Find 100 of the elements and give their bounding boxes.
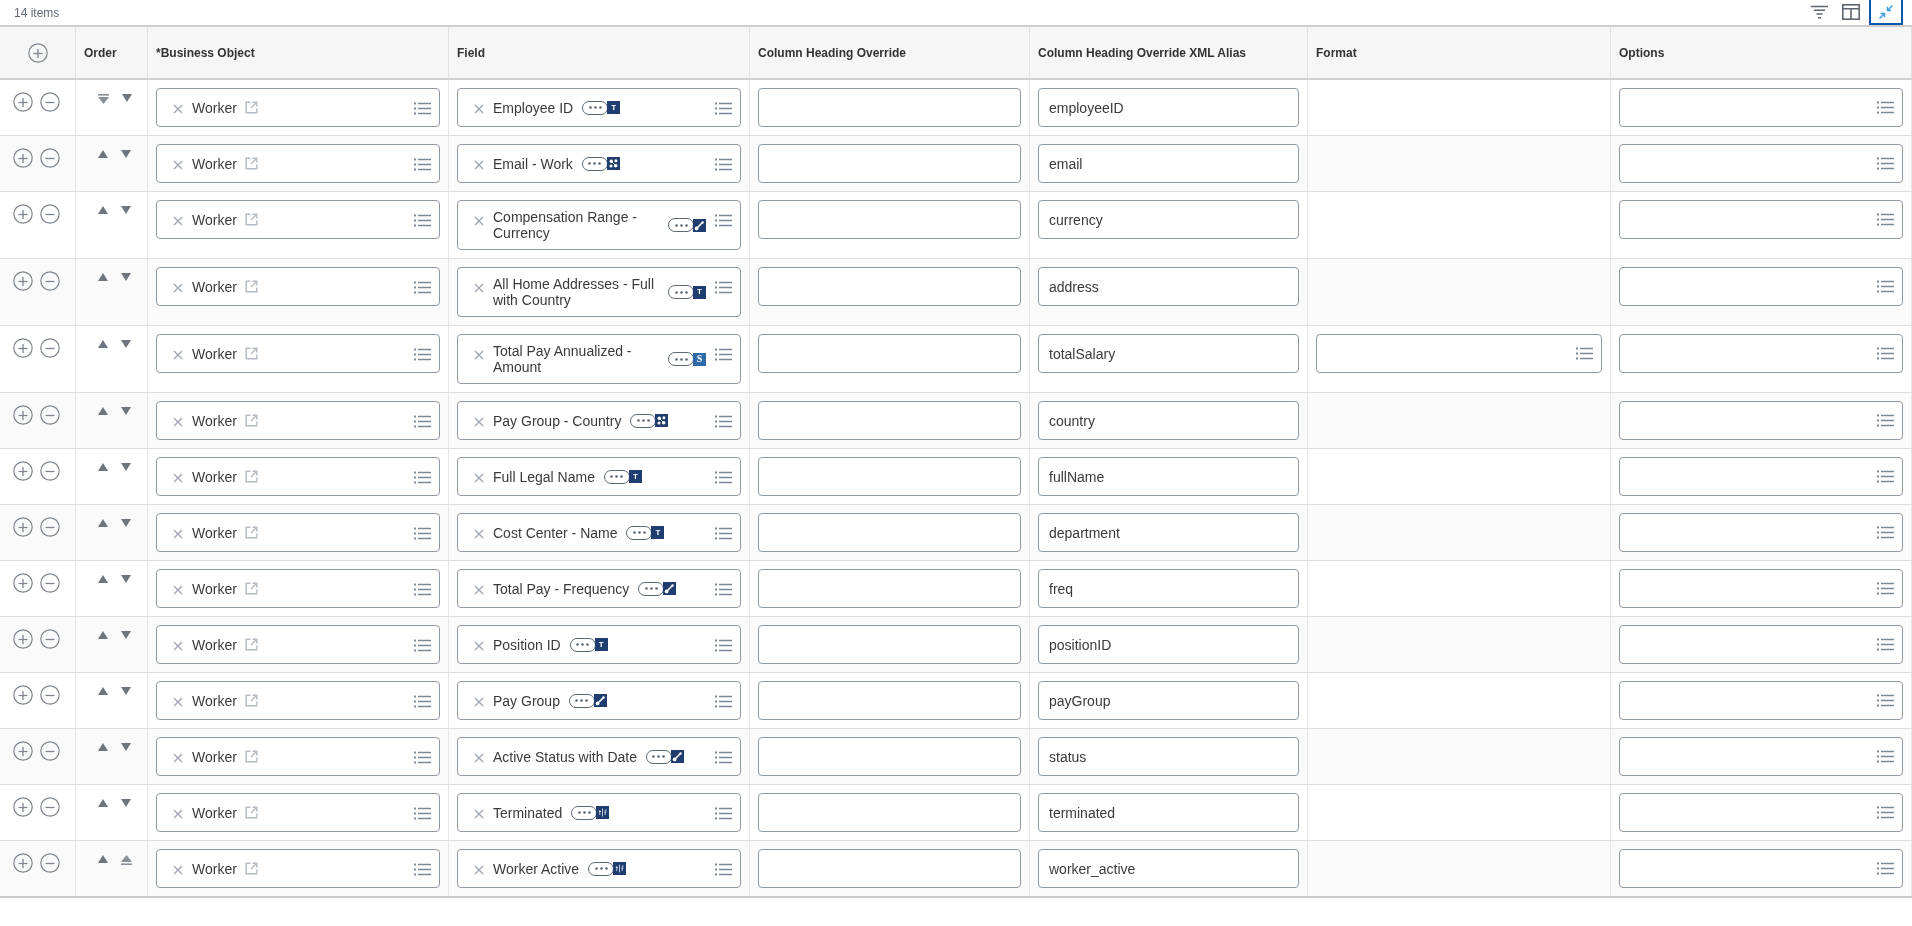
- remove-circle-icon[interactable]: [40, 685, 60, 705]
- list-icon[interactable]: [1877, 470, 1894, 483]
- list-icon[interactable]: [414, 863, 431, 876]
- down-arrow-icon[interactable]: [121, 519, 131, 527]
- column-heading-input[interactable]: [758, 401, 1021, 440]
- close-icon[interactable]: [173, 417, 183, 427]
- column-heading-input[interactable]: [758, 457, 1021, 496]
- business-object-field[interactable]: Worker: [156, 625, 440, 664]
- column-heading-input[interactable]: [758, 849, 1021, 888]
- remove-circle-icon[interactable]: [40, 853, 60, 873]
- field-select[interactable]: Employee ID T: [457, 88, 741, 127]
- more-actions-button[interactable]: [603, 469, 630, 484]
- field-select[interactable]: Worker Active: [457, 849, 741, 888]
- list-icon[interactable]: [1877, 694, 1894, 707]
- field-select[interactable]: Position ID T: [457, 625, 741, 664]
- close-icon[interactable]: [173, 753, 183, 763]
- list-icon[interactable]: [414, 348, 431, 361]
- more-actions-button[interactable]: [582, 100, 609, 115]
- down-arrow-icon[interactable]: [121, 206, 131, 214]
- list-icon[interactable]: [414, 583, 431, 596]
- external-link-icon[interactable]: [244, 582, 258, 595]
- options-select[interactable]: [1619, 144, 1903, 183]
- business-object-field[interactable]: Worker: [156, 267, 440, 306]
- external-link-icon[interactable]: [244, 862, 258, 875]
- list-icon[interactable]: [1877, 526, 1894, 539]
- close-icon[interactable]: [474, 160, 484, 170]
- list-icon[interactable]: [414, 471, 431, 484]
- list-icon[interactable]: [414, 415, 431, 428]
- options-select[interactable]: [1619, 513, 1903, 552]
- external-link-icon[interactable]: [244, 526, 258, 539]
- field-select[interactable]: Terminated: [457, 793, 741, 832]
- field-select[interactable]: Total Pay Annualized - Amount S: [457, 334, 741, 384]
- up-arrow-icon[interactable]: [98, 273, 108, 281]
- list-icon[interactable]: [1877, 806, 1894, 819]
- add-circle-icon[interactable]: [13, 148, 33, 168]
- down-arrow-icon[interactable]: [121, 743, 131, 751]
- list-icon[interactable]: [715, 281, 732, 294]
- up-arrow-icon[interactable]: [98, 407, 108, 415]
- business-object-field[interactable]: Worker: [156, 849, 440, 888]
- remove-circle-icon[interactable]: [40, 271, 60, 291]
- add-circle-icon[interactable]: [13, 461, 33, 481]
- list-icon[interactable]: [715, 751, 732, 764]
- field-select[interactable]: Cost Center - Name T: [457, 513, 741, 552]
- add-circle-icon[interactable]: [13, 338, 33, 358]
- xml-alias-input[interactable]: payGroup: [1038, 681, 1299, 720]
- close-icon[interactable]: [474, 809, 484, 819]
- close-icon[interactable]: [173, 585, 183, 595]
- down-arrow-icon[interactable]: [121, 407, 131, 415]
- options-select[interactable]: [1619, 88, 1903, 127]
- add-circle-icon[interactable]: [13, 685, 33, 705]
- list-icon[interactable]: [414, 807, 431, 820]
- xml-alias-input[interactable]: positionID: [1038, 625, 1299, 664]
- field-select[interactable]: Compensation Range - Currency: [457, 200, 741, 250]
- more-actions-button[interactable]: [581, 156, 608, 171]
- xml-alias-input[interactable]: currency: [1038, 200, 1299, 239]
- close-icon[interactable]: [474, 417, 484, 427]
- more-actions-button[interactable]: [668, 218, 694, 232]
- xml-alias-input[interactable]: terminated: [1038, 793, 1299, 832]
- external-link-icon[interactable]: [244, 213, 258, 226]
- up-arrow-icon[interactable]: [98, 463, 108, 471]
- business-object-field[interactable]: Worker: [156, 681, 440, 720]
- down-arrow-icon[interactable]: [121, 575, 131, 583]
- list-icon[interactable]: [715, 807, 732, 820]
- external-link-icon[interactable]: [244, 280, 258, 293]
- remove-circle-icon[interactable]: [40, 573, 60, 593]
- add-circle-icon[interactable]: [13, 853, 33, 873]
- list-icon[interactable]: [1877, 582, 1894, 595]
- remove-circle-icon[interactable]: [40, 405, 60, 425]
- list-icon[interactable]: [715, 583, 732, 596]
- list-icon[interactable]: [715, 214, 732, 227]
- down-arrow-icon[interactable]: [121, 340, 131, 348]
- list-icon[interactable]: [414, 751, 431, 764]
- list-icon[interactable]: [414, 527, 431, 540]
- more-actions-button[interactable]: [645, 749, 672, 764]
- field-select[interactable]: Full Legal Name T: [457, 457, 741, 496]
- business-object-field[interactable]: Worker: [156, 793, 440, 832]
- list-icon[interactable]: [414, 695, 431, 708]
- close-icon[interactable]: [173, 216, 183, 226]
- collapse-button[interactable]: [1869, 0, 1903, 25]
- close-icon[interactable]: [173, 865, 183, 875]
- column-heading-input[interactable]: [758, 625, 1021, 664]
- close-icon[interactable]: [474, 865, 484, 875]
- options-select[interactable]: [1619, 401, 1903, 440]
- up-arrow-icon[interactable]: [98, 743, 108, 751]
- xml-alias-input[interactable]: department: [1038, 513, 1299, 552]
- xml-alias-input[interactable]: worker_active: [1038, 849, 1299, 888]
- list-icon[interactable]: [715, 102, 732, 115]
- field-select[interactable]: Total Pay - Frequency: [457, 569, 741, 608]
- more-actions-button[interactable]: [668, 352, 694, 366]
- business-object-field[interactable]: Worker: [156, 457, 440, 496]
- business-object-field[interactable]: Worker: [156, 401, 440, 440]
- external-link-icon[interactable]: [244, 157, 258, 170]
- close-icon[interactable]: [474, 473, 484, 483]
- options-select[interactable]: [1619, 457, 1903, 496]
- remove-circle-icon[interactable]: [40, 92, 60, 112]
- column-heading-input[interactable]: [758, 737, 1021, 776]
- field-select[interactable]: Pay Group: [457, 681, 741, 720]
- field-select[interactable]: Email - Work: [457, 144, 741, 183]
- triangle-bar-icon[interactable]: [98, 94, 109, 104]
- options-select[interactable]: [1619, 625, 1903, 664]
